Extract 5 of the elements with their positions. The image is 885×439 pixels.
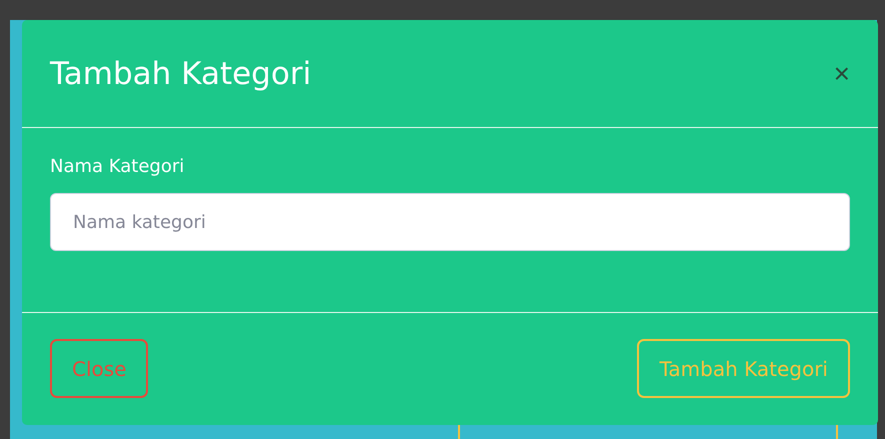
modal-title: Tambah Kategori bbox=[50, 56, 312, 92]
close-button[interactable]: Close bbox=[50, 339, 148, 398]
input-field[interactable]: Nama kategori bbox=[50, 193, 850, 251]
field-label: Nama Kategori bbox=[50, 156, 184, 177]
submit-button[interactable]: Tambah Kategori bbox=[637, 339, 850, 398]
